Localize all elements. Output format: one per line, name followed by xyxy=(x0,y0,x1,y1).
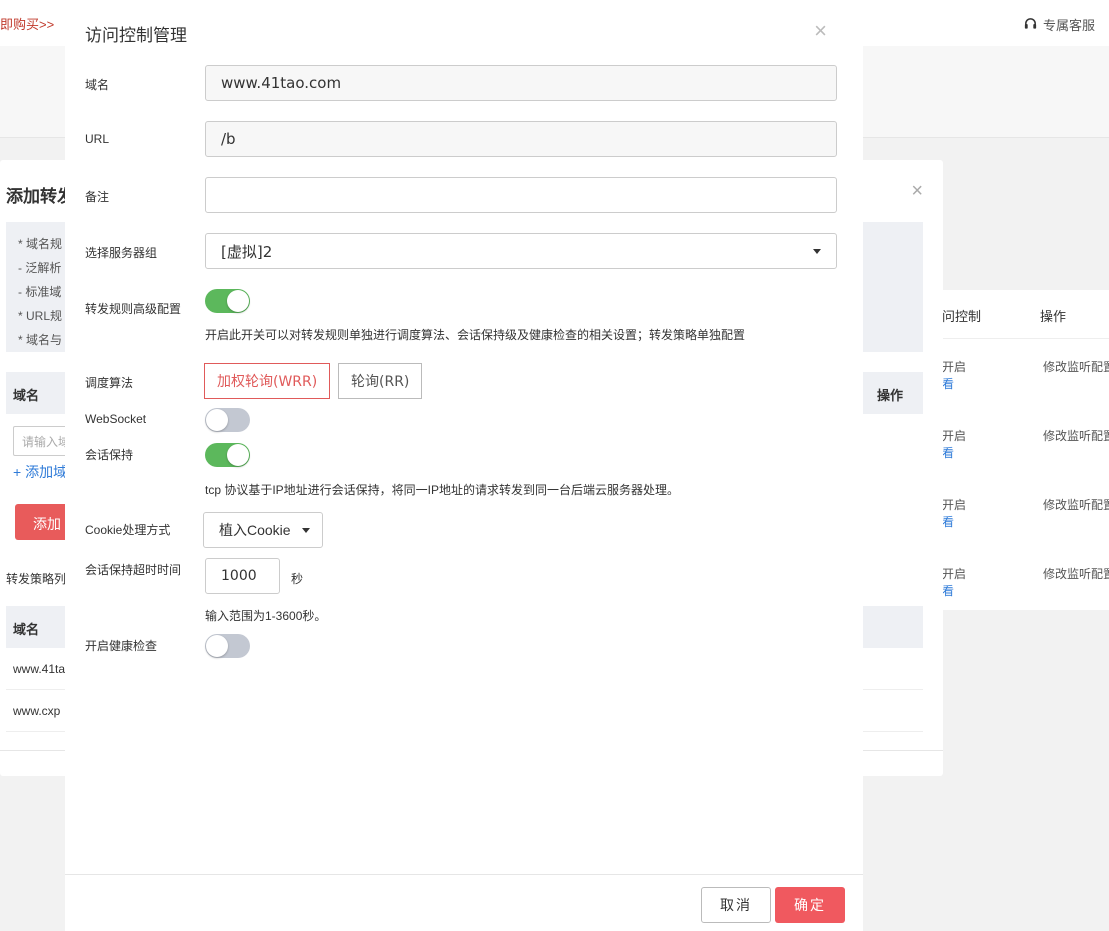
server-group-select[interactable]: [虚拟]2 xyxy=(205,233,837,269)
row-status: 开启 xyxy=(942,498,967,512)
remark-label: 备注 xyxy=(85,190,110,204)
remark-field[interactable] xyxy=(205,177,837,213)
confirm-button[interactable]: 确定 xyxy=(775,887,845,923)
row-domain: www.41ta xyxy=(13,662,66,676)
row-action-link[interactable]: 修改监听配置 xyxy=(1043,358,1109,375)
row-status: 开启 xyxy=(942,429,967,443)
row-domain: www.cxp xyxy=(13,704,61,718)
advanced-config-toggle[interactable] xyxy=(205,289,250,313)
row-action-link[interactable]: 修改监听配置 xyxy=(1043,427,1109,444)
session-timeout-label: 会话保持超时时间 xyxy=(85,563,182,577)
health-check-toggle[interactable] xyxy=(205,634,250,658)
add-forward-dialog-title: 添加转发 xyxy=(6,187,74,206)
row-status: 开启 xyxy=(942,567,967,581)
session-timeout-input[interactable]: 1000 xyxy=(205,558,280,594)
url-label: URL xyxy=(85,132,110,146)
cookie-mode-label: Cookie处理方式 xyxy=(85,523,171,537)
row-view-link[interactable]: 看 xyxy=(942,444,954,461)
row-action-link[interactable]: 修改监听配置 xyxy=(1043,565,1109,582)
close-icon[interactable]: × xyxy=(911,180,923,203)
add-domain-link[interactable]: + 添加域 xyxy=(13,462,67,482)
cancel-button[interactable]: 取消 xyxy=(701,887,771,923)
server-group-label: 选择服务器组 xyxy=(85,246,158,260)
cookie-mode-value: 植入Cookie xyxy=(219,522,291,538)
headset-icon xyxy=(1023,16,1038,34)
column-action: 操作 xyxy=(876,388,903,403)
websocket-label: WebSocket xyxy=(85,412,147,426)
customer-service-link[interactable]: 专属客服 xyxy=(1023,15,1095,34)
session-persistence-hint: tcp 协议基于IP地址进行会话保持，将同一IP地址的请求转发到同一台后端云服务… xyxy=(205,483,680,497)
domain-field[interactable]: www.41tao.com xyxy=(205,65,837,101)
row-action-link[interactable]: 修改监听配置 xyxy=(1043,496,1109,513)
algorithm-label: 调度算法 xyxy=(85,376,134,390)
column-domain: 域名 xyxy=(13,622,40,637)
url-field[interactable]: /b xyxy=(205,121,837,157)
access-control-dialog: 访问控制管理 × 域名 www.41tao.com URL /b 备注 选择服务… xyxy=(65,0,863,931)
server-group-value: [虚拟]2 xyxy=(221,242,273,261)
timeout-unit: 秒 xyxy=(291,572,304,586)
cookie-mode-select[interactable]: 植入Cookie xyxy=(203,512,323,548)
session-persistence-toggle[interactable] xyxy=(205,443,250,467)
divider xyxy=(65,874,863,875)
policy-list-label: 转发策略列 xyxy=(6,572,67,586)
timeout-range-hint: 输入范围为1-3600秒。 xyxy=(205,609,327,623)
breadcrumb[interactable]: 即购买>> xyxy=(0,14,54,33)
algo-rr-option[interactable]: 轮询(RR) xyxy=(338,363,423,399)
table-header-action: 操作 xyxy=(1040,309,1067,324)
dialog-title: 访问控制管理 xyxy=(85,26,187,45)
row-view-link[interactable]: 看 xyxy=(942,513,954,530)
caret-down-icon xyxy=(813,248,821,254)
session-persistence-label: 会话保持 xyxy=(85,448,134,462)
advanced-config-hint: 开启此开关可以对转发规则单独进行调度算法、会话保持级及健康检查的相关设置；转发策… xyxy=(205,328,746,342)
row-status: 开启 xyxy=(942,360,967,374)
websocket-toggle[interactable] xyxy=(205,408,250,432)
row-view-link[interactable]: 看 xyxy=(942,582,954,599)
health-check-label: 开启健康检查 xyxy=(85,639,158,653)
caret-down-icon xyxy=(302,527,310,533)
row-view-link[interactable]: 看 xyxy=(942,375,954,392)
table-header-access: 问控制 xyxy=(942,309,982,324)
customer-service-label: 专属客服 xyxy=(1042,18,1095,33)
divider xyxy=(930,338,1109,339)
advanced-config-label: 转发规则高级配置 xyxy=(85,302,182,316)
algo-wrr-option[interactable]: 加权轮询(WRR) xyxy=(204,363,331,399)
domain-label: 域名 xyxy=(85,78,110,92)
close-icon[interactable]: × xyxy=(814,18,827,44)
column-domain: 域名 xyxy=(13,388,40,403)
